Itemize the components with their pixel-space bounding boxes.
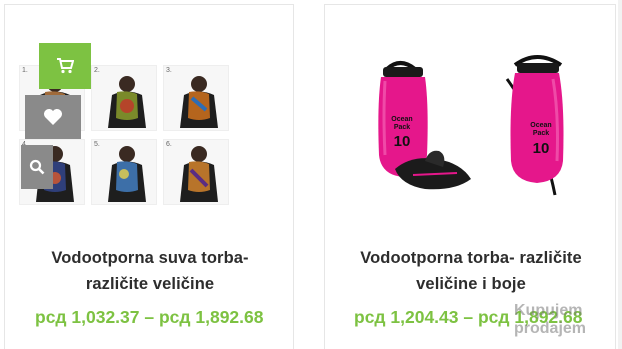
product-card-2[interactable]: Ocean Pack 10 Ocean Pack 10 Vodootporna … bbox=[324, 4, 616, 349]
product-title-line-1[interactable]: Vodootporna suva torba- bbox=[51, 249, 248, 267]
backpack-photo bbox=[108, 146, 146, 202]
product-card-1[interactable]: 1. 2. 3. 5. 6. Vodootporna suva torba- r… bbox=[4, 4, 294, 349]
quick-view-button[interactable] bbox=[21, 145, 53, 189]
product-title[interactable]: Vodootporna suva torba- različite veliči… bbox=[5, 245, 295, 297]
watermark-logo: Kupujem prodajem bbox=[514, 302, 614, 346]
search-icon bbox=[29, 159, 45, 175]
bag-label-line2: Pack bbox=[394, 124, 410, 131]
add-to-wishlist-button[interactable] bbox=[25, 95, 81, 139]
heart-icon bbox=[44, 109, 62, 125]
watermark-line-2: prodajem bbox=[514, 320, 587, 337]
thumbnail-6: 6. bbox=[163, 139, 229, 205]
product-title[interactable]: Vodootporna torba- različite veličine i … bbox=[325, 245, 617, 297]
backpack-photo bbox=[180, 76, 218, 128]
thumbnail-5: 5. bbox=[91, 139, 157, 205]
product-title-line-2[interactable]: različite veličine bbox=[86, 275, 214, 293]
bag-label-line2: Pack bbox=[533, 130, 549, 137]
add-to-cart-button[interactable] bbox=[39, 43, 91, 89]
thumbnail-2: 2. bbox=[91, 65, 157, 131]
bag-label-line1: Ocean bbox=[391, 116, 412, 123]
watermark-line-1: Kupujem bbox=[514, 302, 583, 319]
product-price: рсд 1,032.37 – рсд 1,892.68 bbox=[35, 307, 264, 327]
product-title-line-1[interactable]: Vodootporna torba- različite bbox=[360, 249, 582, 267]
bag-label-line1: Ocean bbox=[530, 122, 551, 129]
cart-icon bbox=[57, 58, 74, 74]
bag-size-label: 10 bbox=[394, 133, 411, 150]
scroll-gutter bbox=[618, 0, 622, 349]
thumbnail-3: 3. bbox=[163, 65, 229, 131]
product-title-line-2[interactable]: veličine i boje bbox=[416, 275, 526, 293]
backpack-photo bbox=[180, 146, 218, 202]
product-image[interactable]: Ocean Pack 10 Ocean Pack 10 bbox=[365, 45, 585, 205]
backpack-photo bbox=[108, 76, 146, 128]
bag-size-label: 10 bbox=[533, 140, 550, 157]
